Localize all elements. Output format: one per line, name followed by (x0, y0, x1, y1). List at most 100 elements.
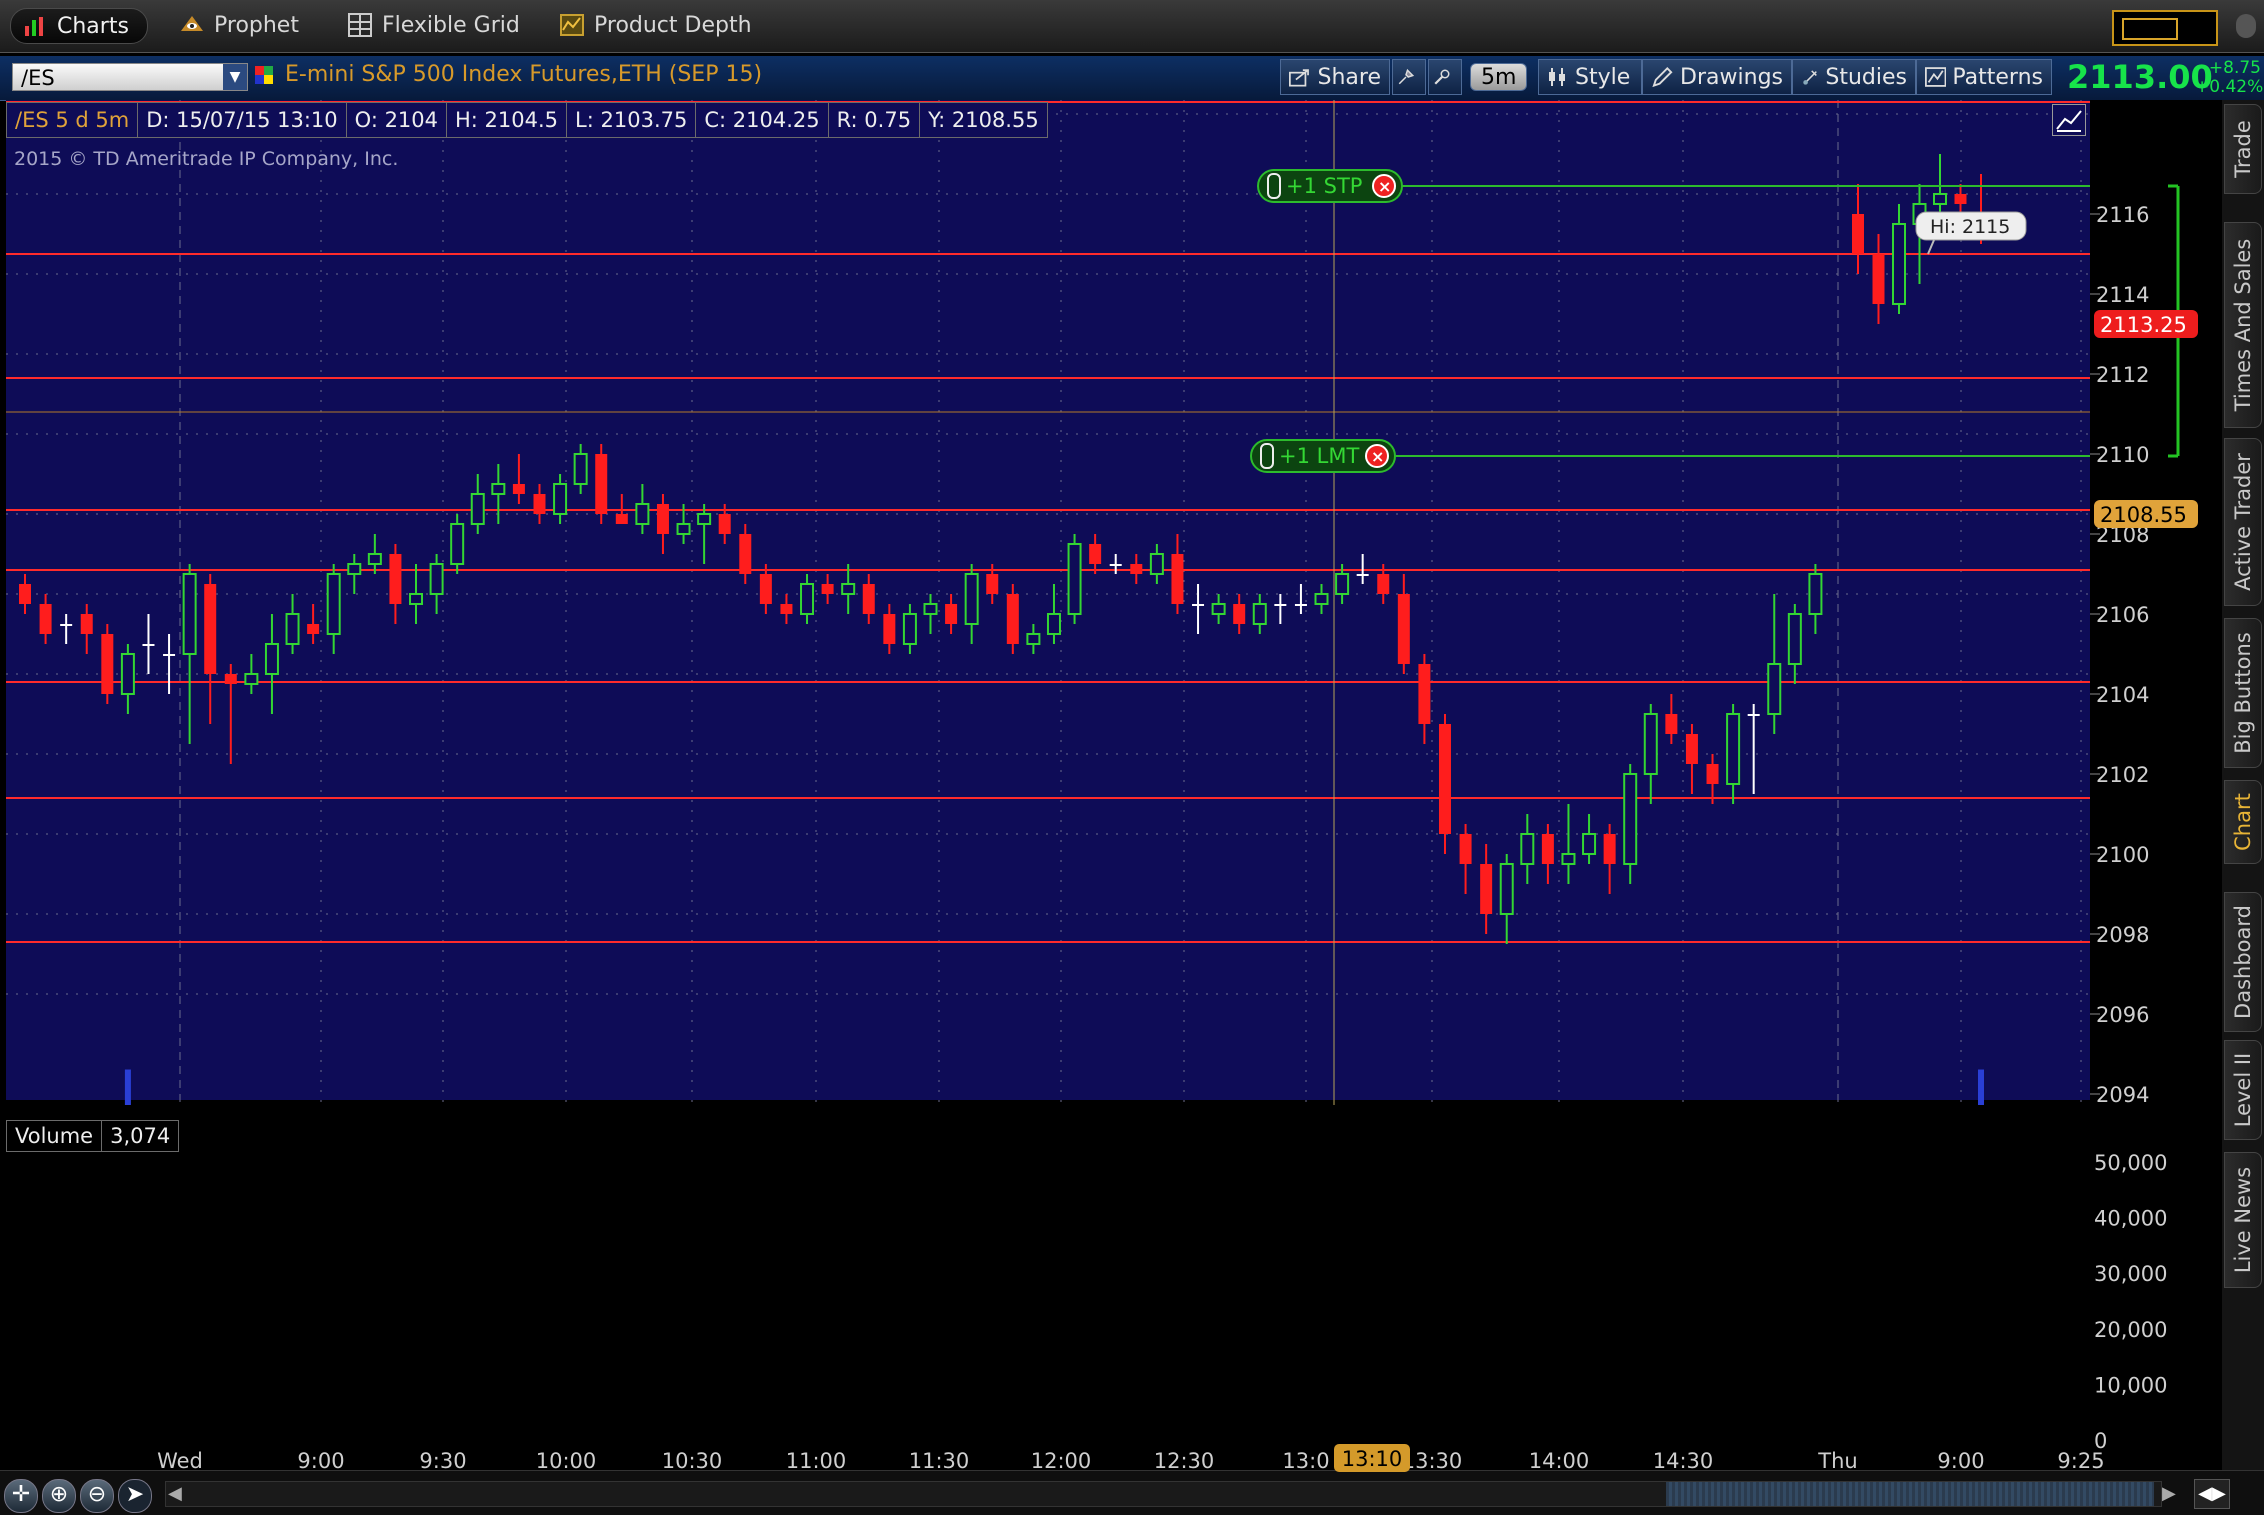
candle-body (80, 614, 93, 634)
candle-body (780, 604, 793, 614)
prev-close: Y: 2108.55 (919, 102, 1048, 138)
candle-body (656, 504, 669, 534)
sidebar-tab-big-buttons[interactable]: Big Buttons (2224, 618, 2262, 768)
pan-button[interactable]: ✛ (4, 1479, 38, 1513)
candle-body (1767, 663, 1782, 715)
price-tick-label: 2104 (2096, 683, 2149, 707)
candle-body (1149, 553, 1164, 575)
prev-close-badge (2094, 500, 2198, 528)
candle-body (1089, 544, 1102, 564)
sidebar-tab-label: Dashboard (2231, 905, 2255, 1019)
candle-body (1665, 714, 1678, 734)
candle-body (450, 523, 465, 565)
menu-handle[interactable] (2236, 14, 2256, 38)
crosshair-time-text: 13:10 (1342, 1447, 1403, 1471)
patterns-button[interactable]: Patterns (1916, 59, 2052, 95)
candle-body (39, 604, 52, 634)
candle-body (1520, 833, 1535, 865)
sidebar-tab-chart[interactable]: Chart (2224, 780, 2262, 864)
candle-body (964, 573, 979, 625)
candle-body (1438, 724, 1451, 834)
bar-range: R: 0.75 (827, 102, 921, 138)
style-button[interactable]: Style (1538, 59, 1642, 95)
candle-body (739, 534, 752, 574)
pencil-icon (1652, 66, 1673, 88)
sidebar-tab-active-trader[interactable]: Active Trader (2224, 438, 2262, 606)
sidebar-tab-trade[interactable]: Trade (2224, 104, 2262, 194)
stop-order-label[interactable]: +1 STP × (1257, 169, 1403, 203)
time-scrollbar[interactable] (165, 1481, 2162, 1507)
symbol-description: E-mini S&P 500 Index Futures,ETH (SEP 15… (285, 62, 763, 87)
sidebar-tab-times-and-sales[interactable]: Times And Sales (2224, 222, 2262, 428)
symbol-period[interactable]: /ES 5 d 5m (6, 102, 139, 138)
pane-divider (6, 1100, 2090, 1105)
prophet-eye-icon (181, 16, 203, 31)
candle-body (512, 484, 525, 494)
tab-flexible-grid[interactable]: Flexible Grid (348, 8, 520, 42)
scroll-to-end-button[interactable]: ◀▶ (2194, 1479, 2230, 1509)
pointer-button[interactable]: ➤ (118, 1479, 152, 1513)
price-tick-label: 2094 (2096, 1083, 2149, 1107)
chevron-down-icon[interactable]: ▼ (223, 64, 247, 90)
symbol-selector[interactable]: /ES ▼ (12, 63, 248, 91)
sidebar-tab-label: Chart (2231, 793, 2255, 851)
expand-icon: ◀▶ (2198, 1483, 2226, 1504)
candle-body (163, 654, 176, 656)
tab-charts[interactable]: Charts (10, 8, 148, 44)
wrench-icon (1434, 69, 1450, 85)
drawing-tools-button[interactable] (1392, 59, 1426, 95)
patterns-label: Patterns (1952, 64, 2043, 90)
window-layout-button[interactable] (2112, 10, 2218, 46)
price-tick-label: 2106 (2096, 603, 2149, 627)
candle-body (1130, 564, 1143, 574)
candle-body (1499, 863, 1514, 915)
chart-navigation-bar: ✛ ⊕ ⊖ ➤ ◀ ▶ ◀▶ (0, 1470, 2264, 1515)
candle-body (841, 583, 856, 595)
volume-info-bar: Volume 3,074 (6, 1120, 180, 1152)
candle-body (1314, 593, 1329, 605)
volume-tick-label: 50,000 (2094, 1151, 2167, 1175)
zoom-out-icon: ⊖ (87, 1482, 107, 1507)
candle-body (285, 613, 300, 645)
app-toolbar: Charts Prophet Flexible Grid Product Dep… (0, 0, 2264, 53)
volume-bar (124, 1069, 131, 1105)
close-glyph: × (1371, 447, 1384, 466)
scroll-right-icon[interactable]: ▶ (2162, 1483, 2176, 1504)
bar-high: H: 2104.5 (446, 102, 568, 138)
style-label: Style (1575, 64, 1631, 90)
share-button[interactable]: Share (1280, 59, 1390, 95)
studies-button[interactable]: Studies (1792, 59, 1916, 95)
candle-style-icon (1549, 68, 1565, 86)
chart-header: /ES ▼ E-mini S&P 500 Index Futures,ETH (… (0, 56, 2264, 101)
sidebar-tab-live-news[interactable]: Live News (2224, 1152, 2262, 1288)
price-volume-chart[interactable]: +1 STP × +1 LMT × Hi: 2115 (6, 100, 2090, 1105)
drawings-label: Drawings (1680, 64, 1783, 90)
volume-tick-label: 20,000 (2094, 1318, 2167, 1342)
candle-body (347, 563, 362, 575)
interval-button[interactable]: 5m (1470, 63, 1528, 91)
symbol-link-icon[interactable] (255, 66, 275, 86)
crosshair-icon: ✛ (11, 1482, 31, 1507)
candle-body (1356, 574, 1369, 576)
volume-bar (1978, 1091, 1984, 1105)
scroll-left-icon[interactable]: ◀ (168, 1483, 182, 1504)
drawings-button[interactable]: Drawings (1642, 59, 1792, 95)
limit-order-label[interactable]: +1 LMT × (1250, 439, 1396, 473)
zoom-in-button[interactable]: ⊕ (42, 1479, 76, 1513)
layout-icon (2122, 18, 2178, 40)
tab-product-depth[interactable]: Product Depth (560, 8, 752, 42)
candle-body (1211, 603, 1226, 615)
price-tick-label: 2096 (2096, 1003, 2149, 1027)
candle-body (307, 624, 320, 634)
chart-area[interactable]: +1 STP × +1 LMT × Hi: 2115 (6, 100, 2090, 1105)
tab-prophet[interactable]: Prophet (180, 8, 299, 42)
sidebar-tab-dashboard[interactable]: Dashboard (2224, 892, 2262, 1032)
sidebar-tab-label: Level II (2231, 1052, 2255, 1128)
scrollbar-thumb[interactable] (1666, 1482, 2154, 1506)
volume-tick-label: 10,000 (2094, 1373, 2167, 1397)
zoom-out-button[interactable]: ⊖ (80, 1479, 114, 1513)
settings-button[interactable] (1428, 59, 1462, 95)
chart-type-toggle[interactable] (2052, 104, 2086, 136)
sidebar-tab-level-ii[interactable]: Level II (2224, 1040, 2262, 1140)
candle-body (821, 584, 834, 594)
